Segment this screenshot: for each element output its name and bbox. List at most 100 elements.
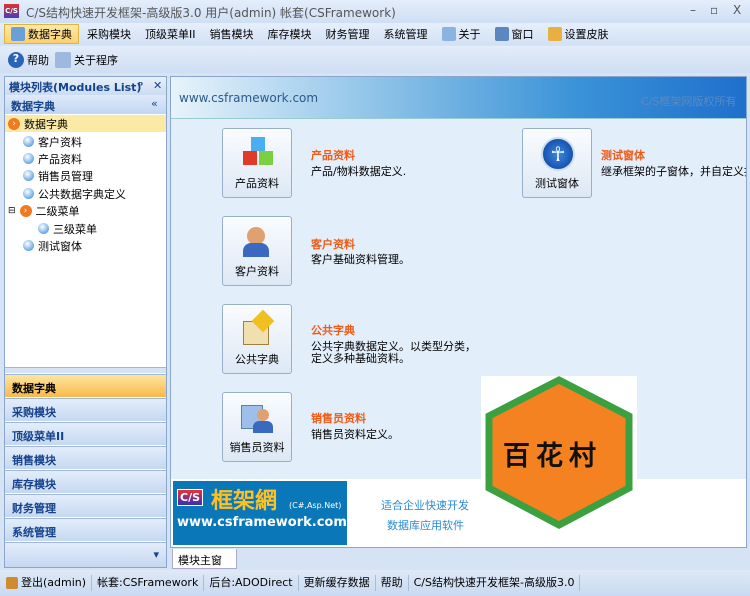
menu-label: 数据字典 (28, 28, 72, 41)
about-program-button[interactable]: 关于程序 (55, 51, 118, 68)
menu-label: 顶级菜单II (145, 28, 196, 41)
item-title: 销售员资料 (311, 412, 366, 425)
dictionary-button[interactable]: 公共字典 (222, 304, 292, 374)
item-title: 客户资料 (311, 238, 355, 251)
nav-group-inventory[interactable]: 库存模块 (5, 470, 166, 493)
salesperson-button[interactable]: 销售员资料 (222, 392, 292, 462)
node-icon (23, 153, 34, 164)
watermark-text: 百花村 (503, 441, 602, 472)
menu-bar: 数据字典 采购模块 顶级菜单II 销售模块 库存模块 财务管理 系统管理 关于 … (0, 23, 750, 45)
menu-skin[interactable]: 设置皮肤 (542, 24, 615, 44)
about-label: 关于程序 (74, 53, 118, 67)
module-tree: › 数据字典 客户资料 产品资料 销售员管理 公共数据字典定义 ⊟ › 二级菜单 三级… (5, 114, 166, 364)
menu-label: 关于 (458, 28, 481, 41)
logout-label: 登出(admin) (21, 576, 87, 589)
program-icon (55, 51, 71, 68)
menu-sales[interactable]: 销售模块 (204, 24, 260, 44)
menu-label: 窗口 (511, 28, 534, 41)
nav-group-data-dictionary[interactable]: 数据字典 (5, 374, 166, 397)
close-panel-icon[interactable]: ✕ (153, 79, 162, 92)
menu-data-dictionary[interactable]: 数据字典 (4, 24, 79, 44)
button-label: 公共字典 (235, 353, 279, 366)
panel-header: 模块列表(Modules List) ᵖ ✕ (5, 77, 166, 95)
backend-status: 后台:ADODirect (204, 575, 299, 591)
watermark: 百花村 (481, 376, 637, 529)
tree-node[interactable]: 客户资料 (23, 133, 82, 150)
title-bar: C/S C/S结构快速开发框架-高级版3.0 用户(admin) 帐套(CSFr… (0, 0, 750, 23)
node-icon (23, 136, 34, 147)
item-title: 测试窗体 (601, 149, 645, 162)
node-icon (23, 170, 34, 181)
item-desc: 销售员资料定义。 (311, 428, 399, 441)
tree-node[interactable]: › 数据字典 (5, 115, 166, 132)
toolbar: ? 帮助 关于程序 (0, 46, 750, 73)
accessibility-icon: ☥ (541, 137, 575, 171)
refresh-cache-button[interactable]: 更新缓存数据 (299, 575, 376, 591)
logout-button[interactable]: 登出(admin) (0, 575, 93, 591)
help-label: 帮助 (27, 53, 49, 67)
minimize-button[interactable]: – (690, 3, 696, 17)
banner: www.csframework.com C/S框架网版权所有 (171, 77, 746, 119)
users-icon (241, 225, 275, 259)
tree-node[interactable]: 产品资料 (23, 150, 82, 167)
pin-icon[interactable]: ᵖ (138, 79, 143, 92)
tab-module-main[interactable]: 模块主窗体 (172, 549, 237, 583)
product-button[interactable]: 产品资料 (222, 128, 292, 198)
collapse-icon[interactable]: « (151, 97, 158, 110)
node-label: 产品资料 (38, 152, 82, 166)
tree-node[interactable]: 三级菜单 (38, 220, 97, 237)
menu-about[interactable]: 关于 (436, 24, 487, 44)
node-label: 三级菜单 (53, 222, 97, 236)
panel-title: 模块列表(Modules List) (9, 81, 142, 94)
status-bar: 登出(admin) 帐套:CSFramework 后台:ADODirect 更新… (0, 570, 750, 596)
csframework-logo[interactable]: C/S 框架網 (C#,Asp.Net) www.csframework.com (173, 481, 347, 545)
menu-label: 系统管理 (383, 28, 428, 41)
section-title: 数据字典 (11, 100, 55, 113)
slogan-line-1: 适合企业快速开发 (381, 499, 469, 512)
module-list-panel: 模块列表(Modules List) ᵖ ✕ 数据字典 « › 数据字典 客户资料 … (4, 76, 167, 568)
tree-node[interactable]: ⊟ › 二级菜单 (8, 202, 80, 219)
nav-group-system[interactable]: 系统管理 (5, 518, 166, 541)
splitter[interactable] (5, 367, 166, 373)
about-icon (441, 27, 456, 41)
menu-inventory[interactable]: 库存模块 (262, 24, 318, 44)
logo-url: www.csframework.com (177, 515, 347, 530)
node-label: 销售员管理 (38, 169, 93, 183)
node-label: 测试窗体 (38, 239, 82, 253)
tree-node[interactable]: 测试窗体 (23, 237, 82, 254)
menu-top-level-2[interactable]: 顶级菜单II (139, 24, 202, 44)
node-icon (23, 188, 34, 199)
item-title: 公共字典 (311, 324, 355, 337)
maximize-button[interactable]: ▫ (710, 3, 718, 17)
node-label: 客户资料 (38, 135, 82, 149)
nav-group-finance[interactable]: 财务管理 (5, 494, 166, 517)
menu-purchase[interactable]: 采购模块 (81, 24, 137, 44)
help-button[interactable]: ? 帮助 (8, 51, 49, 68)
node-icon (38, 223, 49, 234)
logo-cs: C/S (177, 489, 204, 506)
customer-button[interactable]: 客户资料 (222, 216, 292, 286)
menu-window[interactable]: 窗口 (489, 24, 540, 44)
nav-more-button[interactable]: ▾ (5, 542, 166, 567)
menu-finance[interactable]: 财务管理 (320, 24, 376, 44)
help-status-button[interactable]: 帮助 (376, 575, 409, 591)
close-button[interactable]: X (733, 3, 741, 17)
item-desc: 客户基础资料管理。 (311, 253, 410, 266)
nav-group-sales[interactable]: 销售模块 (5, 446, 166, 469)
menu-system[interactable]: 系统管理 (378, 24, 434, 44)
collapse-node-icon: ⊟ (8, 205, 16, 216)
tree-node[interactable]: 公共数据字典定义 (23, 185, 126, 202)
help-icon: ? (8, 51, 24, 68)
account-status: 帐套:CSFramework (92, 575, 205, 591)
main-content: www.csframework.com C/S框架网版权所有 产品资料 产品资料… (170, 76, 747, 548)
menu-label: 库存模块 (267, 28, 312, 41)
test-form-button[interactable]: ☥ 测试窗体 (522, 128, 592, 198)
nav-group-purchase[interactable]: 采购模块 (5, 398, 166, 421)
item-desc: 产品/物料数据定义. (311, 165, 407, 178)
nav-group-top-level-2[interactable]: 顶级菜单II (5, 422, 166, 445)
version-status: C/S结构快速开发框架-高级版3.0 (409, 575, 581, 591)
copyright: C/S框架网版权所有 (641, 95, 737, 108)
window-icon (494, 27, 509, 41)
logo-name: 框架網 (211, 489, 278, 514)
tree-node[interactable]: 销售员管理 (23, 167, 93, 184)
